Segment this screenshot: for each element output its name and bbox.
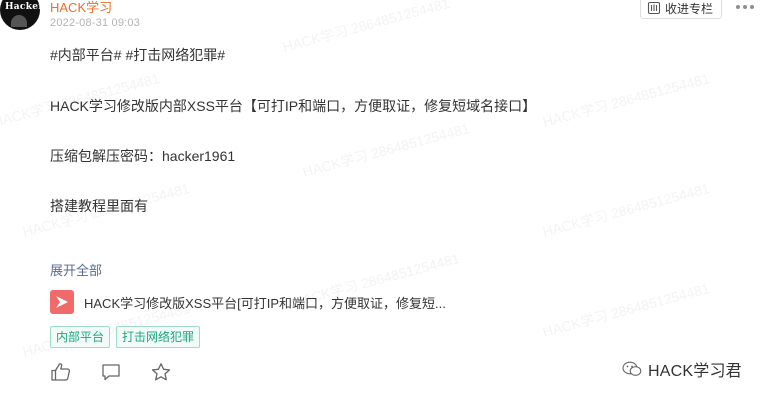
background-watermark: HACK学习 2864851254481: [540, 70, 712, 130]
brand-watermark-text: HACK学习君: [648, 363, 742, 380]
author-name[interactable]: HACK学习: [50, 0, 112, 16]
brand-watermark: HACK学习君: [622, 357, 742, 381]
linked-article-title: HACK学习修改版XSS平台[可打IP和端口，方便取证，修复短...: [84, 295, 446, 311]
background-watermark: HACK学习 2864851254481: [280, 0, 452, 55]
avatar[interactable]: Hacker: [0, 0, 40, 30]
like-icon[interactable]: [50, 362, 72, 382]
avatar-logo-text: Hacker: [5, 2, 40, 12]
tag-chip-fight-cybercrime[interactable]: 打击网络犯罪: [116, 326, 201, 348]
wechat-icon: [622, 361, 642, 376]
article-link-icon: [50, 290, 74, 314]
post-hashtags: #内部平台# #打击网络犯罪#: [50, 47, 226, 63]
star-icon[interactable]: [150, 362, 172, 382]
tag-list: 内部平台 打击网络犯罪: [50, 326, 201, 348]
avatar-figure: [11, 15, 27, 27]
linked-article[interactable]: HACK学习修改版XSS平台[可打IP和端口，方便取证，修复短...: [50, 290, 446, 314]
background-watermark: HACK学习 2864851254481: [540, 180, 712, 240]
post-paragraph: HACK学习修改版内部XSS平台【可打IP和端口，方便取证，修复短域名接口】: [50, 98, 537, 114]
background-watermark: HACK学习 2864851254481: [540, 280, 712, 340]
collect-button-label: 收进专栏: [665, 1, 714, 16]
post-timestamp: 2022-08-31 09:03: [50, 17, 141, 29]
more-options-icon[interactable]: [736, 0, 754, 14]
post-paragraph: 搭建教程里面有: [50, 198, 148, 214]
expand-all-link[interactable]: 展开全部: [50, 260, 102, 279]
background-watermark: HACK学习 2864851254481: [300, 120, 472, 180]
tag-chip-internal-platform[interactable]: 内部平台: [50, 326, 111, 348]
post-actions: [50, 362, 172, 382]
comment-icon[interactable]: [100, 362, 122, 382]
collect-icon: [647, 1, 661, 15]
collect-to-column-button[interactable]: 收进专栏: [640, 0, 723, 19]
moment-post: HACK学习 2864851254481 HACK学习 286485125448…: [0, 0, 779, 402]
post-paragraph: 压缩包解压密码：hacker1961: [50, 148, 236, 164]
